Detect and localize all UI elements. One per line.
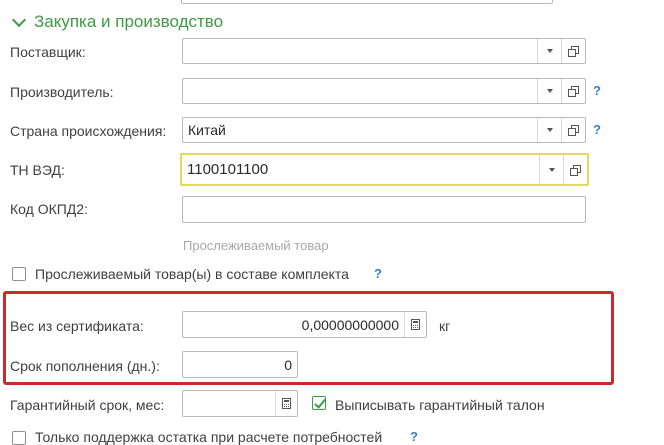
open-form-icon (570, 164, 581, 176)
manufacturer-help-icon[interactable]: ? (593, 83, 601, 98)
open-form-icon (568, 86, 579, 97)
section-header[interactable]: Закупка и производство (11, 10, 224, 34)
warranty-ticket-checkbox[interactable] (312, 396, 326, 410)
dropdown-arrow-icon (546, 128, 553, 132)
section-title: Закупка и производство (34, 12, 224, 31)
open-form-icon (568, 46, 579, 57)
replenish-days-label: Срок пополнения (дн.): (10, 358, 160, 374)
calculator-icon (282, 398, 291, 409)
cert-weight-unit: кг (439, 318, 451, 334)
cert-weight-field[interactable]: 0,00000000000 (182, 311, 427, 338)
traceable-kit-label[interactable]: Прослеживаемый товар(ы) в составе компле… (35, 266, 349, 282)
manufacturer-label: Производитель: (10, 84, 114, 100)
cert-weight-label: Вес из сертификата: (10, 318, 144, 334)
tnved-field[interactable]: 1100101100 (180, 153, 589, 186)
country-label: Страна происхождения: (10, 123, 167, 139)
tnved-label: ТН ВЭД: (10, 162, 65, 178)
traceable-product-hint: Прослеживаемый товар (183, 238, 329, 253)
replenish-days-field[interactable]: 0 (182, 351, 298, 378)
chevron-down-icon (11, 12, 27, 28)
previous-field-bottom[interactable] (181, 0, 553, 4)
country-open-button[interactable] (561, 118, 585, 142)
stock-only-label[interactable]: Только поддержка остатка при расчете пот… (35, 429, 382, 445)
stock-only-help-icon[interactable]: ? (410, 429, 418, 444)
country-value[interactable]: Китай (183, 122, 537, 138)
traceable-kit-checkbox[interactable] (12, 267, 26, 281)
manufacturer-field[interactable] (182, 78, 586, 104)
dropdown-arrow-icon (546, 49, 553, 53)
warranty-ticket-label[interactable]: Выписывать гарантийный талон (335, 397, 545, 413)
traceable-kit-help-icon[interactable]: ? (374, 266, 382, 281)
supplier-label: Поставщик: (10, 44, 86, 60)
dropdown-arrow-icon (546, 89, 553, 93)
manufacturer-open-button[interactable] (561, 79, 585, 103)
warranty-calculator-button[interactable] (275, 391, 297, 416)
cert-weight-calculator-button[interactable] (404, 312, 426, 337)
warranty-field[interactable] (182, 390, 298, 417)
stock-only-checkbox[interactable] (12, 431, 26, 445)
tnved-dropdown-button[interactable] (539, 155, 563, 184)
supplier-dropdown-button[interactable] (537, 39, 561, 63)
country-field[interactable]: Китай (182, 117, 586, 143)
okpd2-input[interactable] (182, 196, 586, 223)
okpd2-label: Код ОКПД2: (10, 201, 88, 217)
country-help-icon[interactable]: ? (593, 122, 601, 137)
tnved-open-button[interactable] (563, 155, 587, 184)
country-dropdown-button[interactable] (537, 118, 561, 142)
calculator-icon (411, 319, 420, 330)
dropdown-arrow-icon (548, 167, 555, 172)
open-form-icon (568, 125, 579, 136)
replenish-days-value[interactable]: 0 (183, 357, 297, 373)
cert-weight-value[interactable]: 0,00000000000 (183, 316, 404, 333)
manufacturer-dropdown-button[interactable] (537, 79, 561, 103)
supplier-field[interactable] (182, 38, 586, 64)
cert-weight-number: 0,00000000000 (301, 316, 399, 333)
warranty-label: Гарантийный срок, мес: (10, 397, 165, 413)
supplier-open-button[interactable] (561, 39, 585, 63)
tnved-value[interactable]: 1100101100 (182, 161, 539, 178)
